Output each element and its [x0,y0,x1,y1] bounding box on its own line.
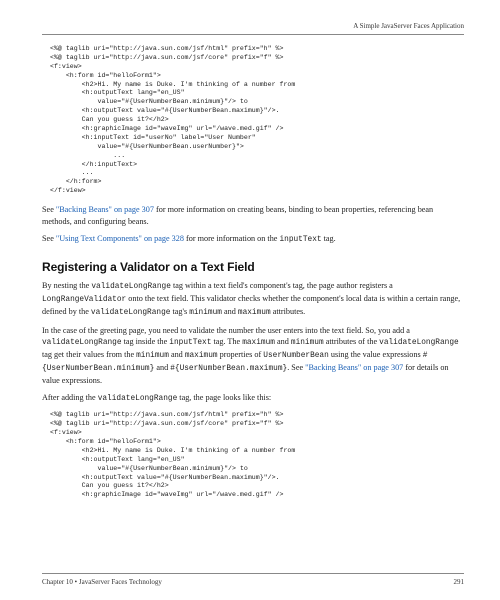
code-inline: inputText [169,339,211,347]
paragraph-see-text-components: See "Using Text Components" on page 328 … [42,233,464,246]
code-inline: maximum [185,352,218,360]
code-inline: minimum [136,352,169,360]
section-heading: Registering a Validator on a Text Field [42,260,464,274]
text: tag within a text field's component's ta… [171,281,393,290]
code-inline: maximum [242,339,275,347]
text: See [42,234,56,243]
code-inline: inputText [279,236,321,244]
text: tag. The [211,337,242,346]
footer-page-number: 291 [454,578,465,586]
paragraph-see-backing-beans: See "Backing Beans" on page 307 for more… [42,204,464,227]
page-footer: Chapter 10 • JavaServer Faces Technology… [42,573,464,586]
code-inline: validateLongRange [98,395,178,403]
code-inline: maximum [238,309,271,317]
text: and [275,337,291,346]
paragraph-after-adding: After adding the validateLongRange tag, … [42,392,464,405]
header-rule [42,34,464,35]
text: See [42,205,56,214]
page: A Simple JavaServer Faces Application <%… [0,0,500,600]
code-inline: minimum [291,339,324,347]
text: tag. [322,234,336,243]
code-inline: minimum [189,309,222,317]
code-listing-2: <%@ taglib uri="http://java.sun.com/jsf/… [50,411,464,500]
paragraph-intro-validator: By nesting the validateLongRange tag wit… [42,280,464,319]
paragraph-greeting-validate: In the case of the greeting page, you ne… [42,325,464,387]
text: In the case of the greeting page, you ne… [42,326,410,335]
text: tag inside the [122,337,170,346]
code-inline: LongRangeValidator [42,296,126,304]
link-backing-beans-307[interactable]: "Backing Beans" on page 307 [56,205,154,214]
code-inline: #{UserNumberBean.maximum} [170,365,287,373]
code-inline: validateLongRange [42,339,122,347]
footer-chapter: Chapter 10 • JavaServer Faces Technology [42,578,162,586]
link-backing-beans-307-b[interactable]: "Backing Beans" on page 307 [305,363,403,372]
text: By nesting the [42,281,91,290]
code-inline: validateLongRange [91,283,171,291]
code-listing-1: <%@ taglib uri="http://java.sun.com/jsf/… [50,45,464,196]
text: and [169,350,185,359]
text: and [154,363,170,372]
text: tag's [170,307,189,316]
text: After adding the [42,393,98,402]
link-text-components-328[interactable]: "Using Text Components" on page 328 [56,234,184,243]
text: for more information on the [184,234,280,243]
code-inline: validateLongRange [91,309,171,317]
code-inline: UserNumberBean [263,352,329,360]
text: and [222,307,238,316]
text: using the value expressions [329,350,423,359]
text: tag, the page looks like this: [177,393,271,402]
text: attributes. [271,307,306,316]
code-inline: validateLongRange [379,339,459,347]
text: properties of [218,350,264,359]
text: tag get their values from the [42,350,136,359]
running-head: A Simple JavaServer Faces Application [42,22,464,34]
text: . See [287,363,305,372]
text: attributes of the [324,337,379,346]
